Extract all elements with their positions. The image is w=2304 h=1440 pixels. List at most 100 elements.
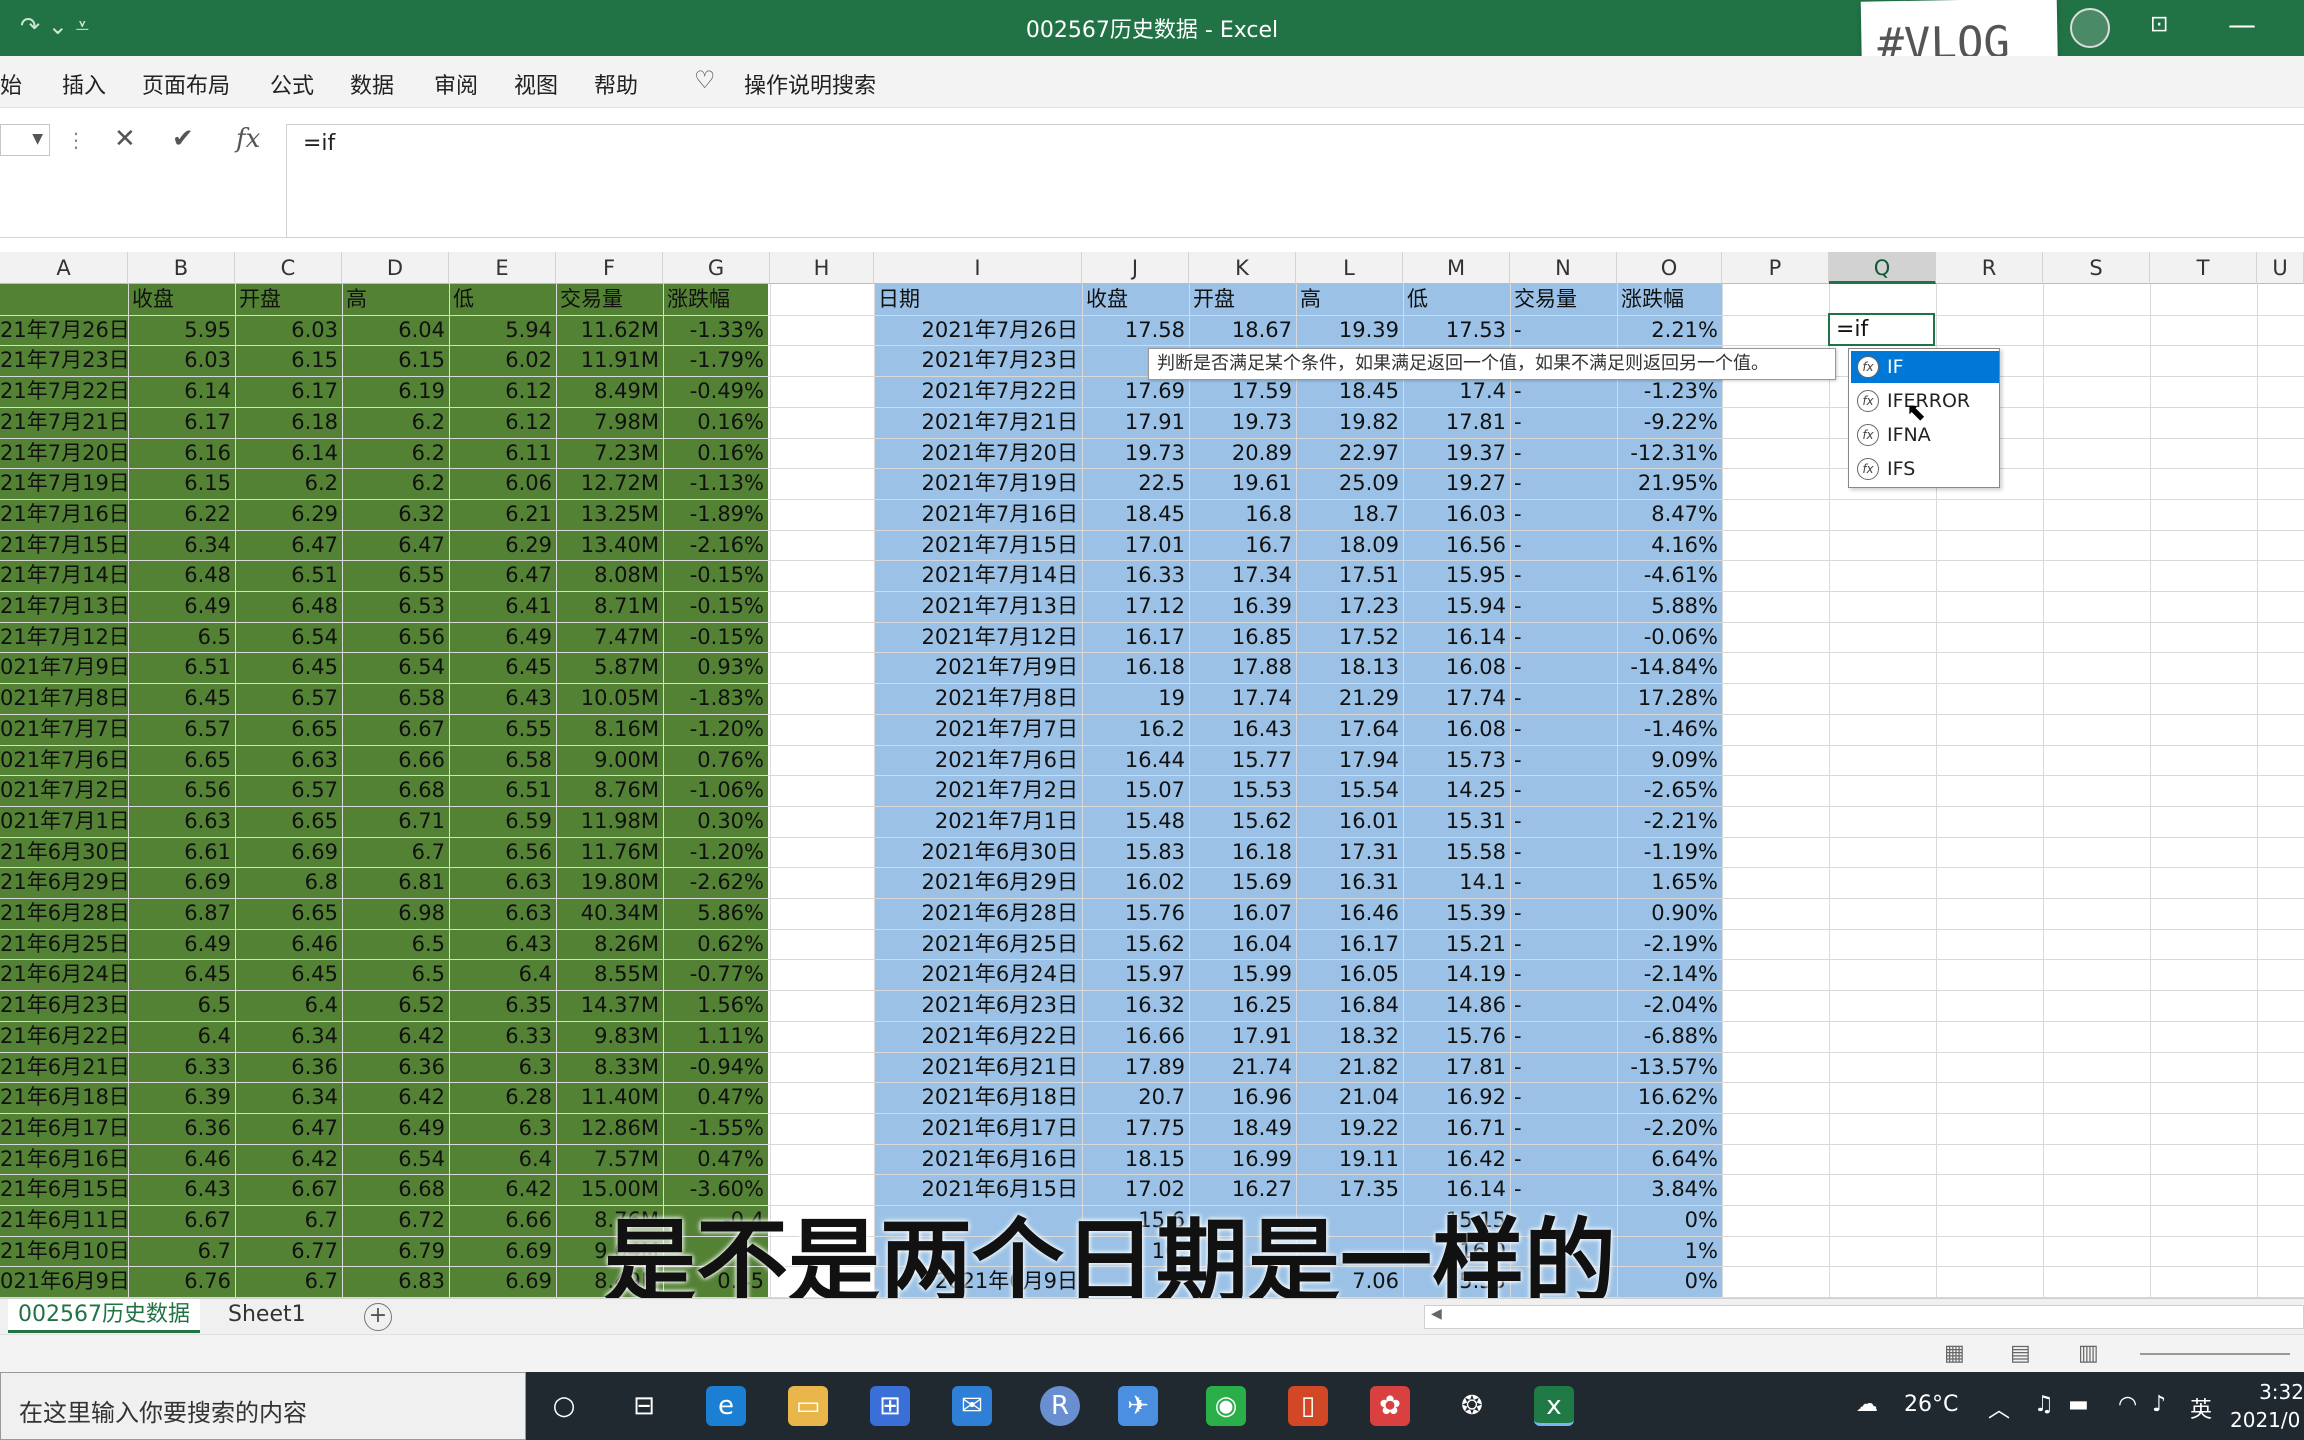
right-cell[interactable]: 2021年6月30日 <box>874 837 1082 868</box>
left-cell[interactable]: 6.03 <box>128 345 235 376</box>
left-cell[interactable]: 6.57 <box>235 683 342 714</box>
left-cell[interactable]: 6.4 <box>449 959 556 990</box>
left-cell[interactable]: 6.41 <box>449 591 556 622</box>
right-cell[interactable]: 17.01 <box>1082 530 1189 561</box>
left-cell[interactable]: 021年6月9日 <box>0 1266 128 1297</box>
left-cell[interactable]: 8.55M <box>556 959 663 990</box>
right-cell[interactable]: 18.15 <box>1082 1144 1189 1175</box>
left-cell[interactable]: 9.83M <box>556 1021 663 1052</box>
cortana-icon[interactable]: ○ <box>544 1386 584 1426</box>
right-cell[interactable]: - <box>1510 376 1617 407</box>
right-cell[interactable]: 17.59 <box>1189 376 1296 407</box>
left-cell[interactable]: 6.19 <box>342 376 449 407</box>
right-cell[interactable]: 15.94 <box>1403 591 1510 622</box>
right-cell[interactable]: 2021年6月23日 <box>874 990 1082 1021</box>
right-cell[interactable]: 19.61 <box>1189 468 1296 499</box>
right-cell[interactable]: 16.71 <box>1403 1113 1510 1144</box>
left-cell[interactable]: -2.16% <box>663 530 768 561</box>
right-cell[interactable]: 2021年7月7日 <box>874 714 1082 745</box>
left-cell[interactable]: 6.68 <box>342 1174 449 1205</box>
left-cell[interactable]: 6.17 <box>128 407 235 438</box>
right-cell[interactable]: 3.84% <box>1617 1174 1722 1205</box>
tab-formulas[interactable]: 公式 <box>270 68 314 100</box>
sheet-tab-002567[interactable]: 002567历史数据 <box>8 1299 200 1333</box>
header-cell[interactable]: 高 <box>342 284 449 315</box>
right-cell[interactable]: - <box>1510 867 1617 898</box>
left-cell[interactable]: 6.48 <box>235 591 342 622</box>
right-cell[interactable]: 15.99 <box>1189 959 1296 990</box>
header-cell[interactable]: 收盘 <box>128 284 235 315</box>
left-cell[interactable]: 6.45 <box>449 652 556 683</box>
left-cell[interactable]: 6.45 <box>128 683 235 714</box>
left-cell[interactable]: 6.56 <box>128 775 235 806</box>
right-cell[interactable]: - <box>1510 622 1617 653</box>
left-cell[interactable]: 21年7月22日 <box>0 376 128 407</box>
left-cell[interactable]: 6.69 <box>449 1236 556 1267</box>
left-cell[interactable]: 6.34 <box>235 1082 342 1113</box>
right-cell[interactable]: 16.44 <box>1082 745 1189 776</box>
left-cell[interactable]: 8.76M <box>556 775 663 806</box>
left-cell[interactable]: 6.36 <box>128 1113 235 1144</box>
left-cell[interactable]: 8.49M <box>556 376 663 407</box>
right-cell[interactable]: 15.48 <box>1082 806 1189 837</box>
right-cell[interactable]: 2021年7月26日 <box>874 315 1082 346</box>
left-cell[interactable]: 6.63 <box>449 867 556 898</box>
volume-icon[interactable]: ♪ <box>2152 1392 2166 1417</box>
ribbon-display-options-icon[interactable]: ⊡ <box>2150 12 2168 37</box>
column-header-a[interactable]: A <box>0 252 128 284</box>
column-header-l[interactable]: L <box>1296 252 1403 284</box>
left-cell[interactable]: 6.29 <box>449 530 556 561</box>
left-cell[interactable]: 6.98 <box>342 898 449 929</box>
right-cell[interactable]: 2021年7月20日 <box>874 438 1082 469</box>
left-cell[interactable]: 6.68 <box>342 775 449 806</box>
left-cell[interactable]: 6.35 <box>449 990 556 1021</box>
right-cell[interactable]: 21.82 <box>1296 1052 1403 1083</box>
right-cell[interactable]: - <box>1510 1021 1617 1052</box>
right-cell[interactable]: 15.69 <box>1189 867 1296 898</box>
right-cell[interactable]: - <box>1510 1052 1617 1083</box>
chevron-down-icon[interactable]: ▼ <box>32 131 43 147</box>
right-cell[interactable]: -12.31% <box>1617 438 1722 469</box>
header-cell[interactable]: 高 <box>1296 284 1403 315</box>
right-cell[interactable]: 2021年7月9日 <box>874 652 1082 683</box>
left-cell[interactable]: 6.53 <box>342 591 449 622</box>
right-cell[interactable]: 2021年7月22日 <box>874 376 1082 407</box>
right-cell[interactable]: 15.62 <box>1189 806 1296 837</box>
tab-view[interactable]: 视图 <box>514 68 558 100</box>
left-cell[interactable]: 21年6月25日 <box>0 929 128 960</box>
right-cell[interactable]: -9.22% <box>1617 407 1722 438</box>
right-cell[interactable]: 16.92 <box>1403 1082 1510 1113</box>
left-cell[interactable]: 5.95 <box>128 315 235 346</box>
left-cell[interactable]: 0.62% <box>663 929 768 960</box>
left-cell[interactable]: 6.66 <box>449 1205 556 1236</box>
wifi-icon[interactable]: ◠ <box>2118 1392 2137 1417</box>
left-cell[interactable]: 6.04 <box>342 315 449 346</box>
right-cell[interactable]: 17.69 <box>1082 376 1189 407</box>
right-cell[interactable]: 19.37 <box>1403 438 1510 469</box>
right-cell[interactable]: 19.11 <box>1296 1144 1403 1175</box>
right-cell[interactable]: -0.06% <box>1617 622 1722 653</box>
left-cell[interactable]: 6.42 <box>449 1174 556 1205</box>
left-cell[interactable]: 6.45 <box>235 959 342 990</box>
name-box[interactable]: ▼ <box>0 124 50 156</box>
left-cell[interactable]: 8.71M <box>556 591 663 622</box>
right-cell[interactable]: 19 <box>1082 683 1189 714</box>
left-cell[interactable]: 1.11% <box>663 1021 768 1052</box>
column-header-c[interactable]: C <box>235 252 342 284</box>
right-cell[interactable]: 16.03 <box>1403 499 1510 530</box>
right-cell[interactable]: 21.74 <box>1189 1052 1296 1083</box>
left-cell[interactable]: 6.47 <box>235 1113 342 1144</box>
formula-input[interactable]: =if <box>286 124 2304 238</box>
header-cell[interactable]: 开盘 <box>1189 284 1296 315</box>
left-cell[interactable]: 11.76M <box>556 837 663 868</box>
left-cell[interactable]: 6.3 <box>449 1052 556 1083</box>
left-cell[interactable]: 6.56 <box>449 837 556 868</box>
taskbar-clock[interactable]: 3:32 2021/0 <box>2230 1378 2304 1434</box>
left-cell[interactable]: 6.54 <box>342 1144 449 1175</box>
right-cell[interactable]: 15.97 <box>1082 959 1189 990</box>
left-cell[interactable]: 6.7 <box>235 1205 342 1236</box>
right-cell[interactable]: 19.39 <box>1296 315 1403 346</box>
right-cell[interactable]: -2.21% <box>1617 806 1722 837</box>
right-cell[interactable]: 18.49 <box>1189 1113 1296 1144</box>
right-cell[interactable]: 19.73 <box>1189 407 1296 438</box>
